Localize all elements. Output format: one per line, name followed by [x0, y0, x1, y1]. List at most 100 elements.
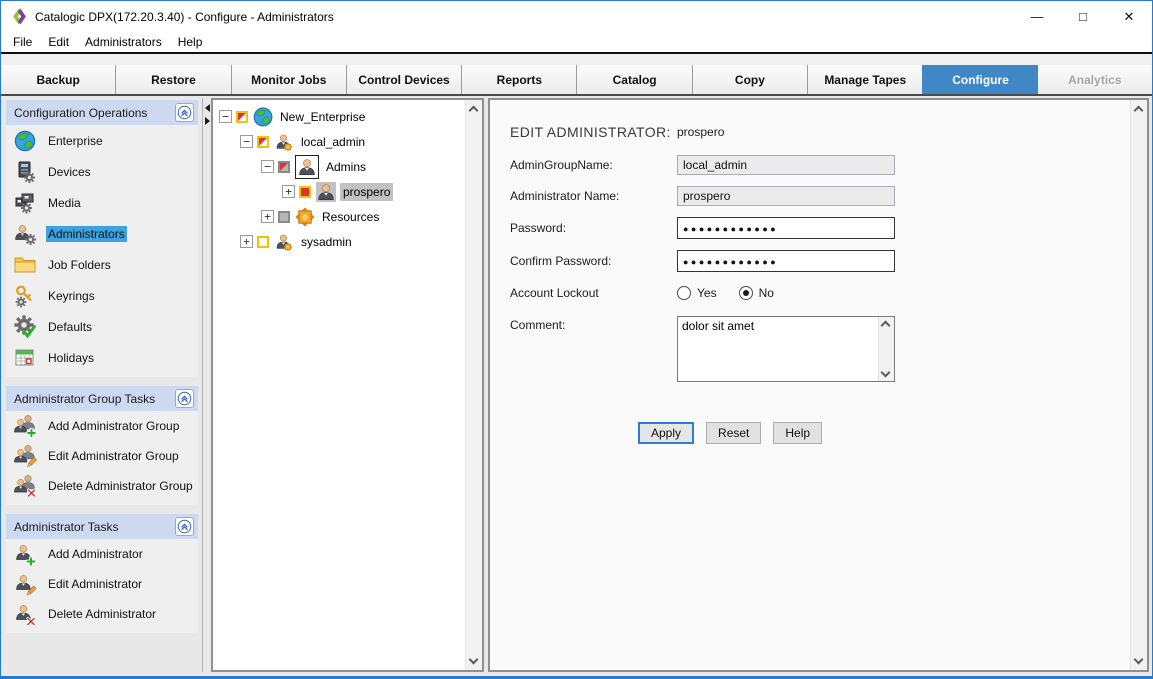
- collapse-left-icon[interactable]: [205, 104, 210, 112]
- administrator-name-label: Administrator Name:: [510, 189, 677, 203]
- minimize-button[interactable]: —: [1014, 1, 1060, 32]
- sidebar-item-add-administrator[interactable]: Add Administrator: [6, 539, 198, 569]
- collapse-right-icon[interactable]: [205, 117, 210, 125]
- menu-help[interactable]: Help: [170, 33, 211, 51]
- apply-button[interactable]: Apply: [638, 422, 694, 444]
- tab-manage-tapes[interactable]: Manage Tapes: [807, 65, 922, 94]
- tab-restore[interactable]: Restore: [115, 65, 230, 94]
- sidebar-item-delete-administrator[interactable]: Delete Administrator: [6, 599, 198, 629]
- menu-administrators[interactable]: Administrators: [77, 33, 170, 51]
- panel-splitter[interactable]: [202, 98, 211, 672]
- expander-plus-icon[interactable]: +: [240, 235, 253, 248]
- tab-copy[interactable]: Copy: [692, 65, 807, 94]
- sidebar-item-delete-administrator-group[interactable]: Delete Administrator Group: [6, 471, 198, 501]
- password-field[interactable]: [677, 217, 895, 239]
- form-scrollbar[interactable]: [1130, 100, 1147, 670]
- radio-yes[interactable]: [677, 286, 691, 300]
- tree-node-label[interactable]: Resources: [319, 208, 382, 226]
- radio-no-label[interactable]: No: [759, 286, 774, 300]
- server-gear-icon: [13, 160, 37, 184]
- scroll-up-icon[interactable]: [469, 106, 479, 116]
- tree-node-label[interactable]: New_Enterprise: [277, 108, 368, 126]
- sidebar-item-administrators[interactable]: Administrators: [6, 218, 198, 249]
- section-administrator-tasks: Administrator Tasks Add Administrator Ed…: [6, 514, 198, 633]
- sidebar-item-enterprise[interactable]: Enterprise: [6, 125, 198, 156]
- tree-node-admins[interactable]: − Admins: [213, 154, 465, 179]
- help-button[interactable]: Help: [773, 422, 822, 444]
- globe-icon: [253, 107, 273, 127]
- sidebar-item-edit-administrator-group[interactable]: Edit Administrator Group: [6, 441, 198, 471]
- tree-node-label[interactable]: Admins: [323, 158, 369, 176]
- sidebar-item-keyrings[interactable]: Keyrings: [6, 280, 198, 311]
- confirm-password-field[interactable]: [677, 250, 895, 272]
- tree-checkbox-empty[interactable]: [257, 236, 269, 248]
- maximize-button[interactable]: □: [1060, 1, 1106, 32]
- tree-scrollbar[interactable]: [465, 100, 482, 670]
- comment-box: dolor sit amet: [677, 316, 895, 382]
- administrator-name-field[interactable]: [677, 186, 895, 206]
- tree-checkbox-partial[interactable]: [236, 111, 248, 123]
- sidebar-item-add-administrator-group[interactable]: Add Administrator Group: [6, 411, 198, 441]
- expander-minus-icon[interactable]: −: [261, 160, 274, 173]
- keys-gear-icon: [13, 284, 37, 308]
- tab-configure[interactable]: Configure: [922, 65, 1037, 94]
- radio-no[interactable]: [739, 286, 753, 300]
- tree-checkbox-partial[interactable]: [257, 136, 269, 148]
- menu-edit[interactable]: Edit: [40, 33, 77, 51]
- tree-node-sysadmin[interactable]: + sysadmin: [213, 229, 465, 254]
- tree-checkbox-partial-gray[interactable]: [278, 161, 290, 173]
- tab-reports[interactable]: Reports: [461, 65, 576, 94]
- tree-node-resources[interactable]: + Resources: [213, 204, 465, 229]
- account-lockout-radio-group: Yes No: [677, 286, 790, 300]
- expander-plus-icon[interactable]: +: [261, 210, 274, 223]
- tree-node-label[interactable]: prospero: [340, 183, 393, 201]
- sidebar-item-label: Edit Administrator: [46, 576, 144, 592]
- sidebar-item-label: Add Administrator Group: [46, 418, 181, 434]
- collapse-chevron-button[interactable]: [175, 103, 194, 122]
- scroll-down-icon[interactable]: [469, 655, 479, 665]
- account-lockout-label: Account Lockout: [510, 286, 677, 300]
- tree-node-label[interactable]: local_admin: [298, 133, 368, 151]
- tab-catalog[interactable]: Catalog: [576, 65, 691, 94]
- tree-node-prospero[interactable]: + prospero: [213, 179, 465, 204]
- comment-scrollbar[interactable]: [878, 317, 894, 381]
- reset-button[interactable]: Reset: [706, 422, 761, 444]
- scroll-down-icon[interactable]: [881, 368, 891, 378]
- comment-field[interactable]: dolor sit amet: [678, 317, 878, 381]
- radio-yes-label[interactable]: Yes: [697, 286, 717, 300]
- expander-plus-icon[interactable]: +: [282, 185, 295, 198]
- collapse-chevron-button[interactable]: [175, 389, 194, 408]
- scroll-down-icon[interactable]: [1134, 655, 1144, 665]
- collapse-chevron-button[interactable]: [175, 517, 194, 536]
- expander-minus-icon[interactable]: −: [219, 110, 232, 123]
- tree-checkbox-checked[interactable]: [299, 186, 311, 198]
- sidebar-item-label: Holidays: [46, 350, 96, 366]
- app-window: Catalogic DPX(172.20.3.40) - Configure -…: [0, 0, 1153, 679]
- admin-group-star-icon: [274, 232, 294, 252]
- admin-group-name-field[interactable]: [677, 155, 895, 175]
- scroll-up-icon[interactable]: [881, 321, 891, 331]
- menu-file[interactable]: File: [5, 33, 40, 51]
- section-header: Administrator Group Tasks: [6, 386, 198, 411]
- close-button[interactable]: ✕: [1106, 1, 1152, 32]
- section-title: Administrator Group Tasks: [14, 392, 175, 406]
- sidebar-item-label: Delete Administrator: [46, 606, 158, 622]
- sidebar-item-label: Enterprise: [46, 133, 105, 149]
- sidebar-item-defaults[interactable]: Defaults: [6, 311, 198, 342]
- sidebar-item-job-folders[interactable]: Job Folders: [6, 249, 198, 280]
- window-title: Catalogic DPX(172.20.3.40) - Configure -…: [35, 10, 334, 24]
- tab-monitor-jobs[interactable]: Monitor Jobs: [231, 65, 346, 94]
- sidebar-item-edit-administrator[interactable]: Edit Administrator: [6, 569, 198, 599]
- catalogic-logo-icon: [11, 8, 28, 25]
- sidebar-item-holidays[interactable]: Holidays: [6, 342, 198, 373]
- tab-control-devices[interactable]: Control Devices: [346, 65, 461, 94]
- tab-backup[interactable]: Backup: [1, 65, 115, 94]
- sidebar-item-media[interactable]: Media: [6, 187, 198, 218]
- tree-node-new-enterprise[interactable]: − New_Enterprise: [213, 104, 465, 129]
- scroll-up-icon[interactable]: [1134, 106, 1144, 116]
- tree-node-local-admin[interactable]: − local_admin: [213, 129, 465, 154]
- expander-minus-icon[interactable]: −: [240, 135, 253, 148]
- tree-checkbox-unavailable[interactable]: [278, 211, 290, 223]
- tree-node-label[interactable]: sysadmin: [298, 233, 355, 251]
- sidebar-item-devices[interactable]: Devices: [6, 156, 198, 187]
